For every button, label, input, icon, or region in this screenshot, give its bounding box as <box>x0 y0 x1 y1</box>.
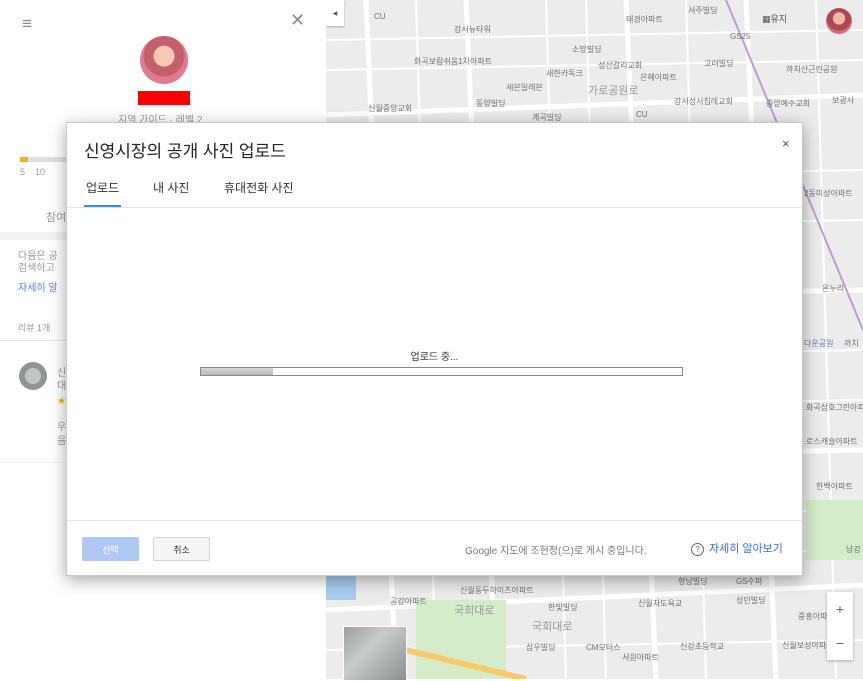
tab-my-photos[interactable]: 내 사진 <box>153 179 189 205</box>
level-progress <box>20 157 66 162</box>
map-label: 중앙예수교회 <box>766 99 811 108</box>
map-label: 강서뉴타워 <box>454 25 491 34</box>
map-label: 가로공원로 <box>588 85 639 97</box>
review-place-address: 대 <box>57 381 67 392</box>
map-label: GS수퍼 <box>736 577 763 586</box>
profile-photo <box>140 36 188 84</box>
progress-ticks: 5 10 <box>20 167 46 177</box>
cancel-button[interactable]: 취소 <box>153 537 210 561</box>
dialog-title: 신영시장의 공개 사진 업로드 <box>84 142 286 161</box>
map-label: CU <box>636 110 648 119</box>
review-text: 음 <box>57 436 67 447</box>
map-label: 새한카독크 <box>546 69 583 78</box>
learn-more-link[interactable]: 자세히 알 <box>18 279 58 294</box>
map-label: 성산갈리교회 <box>598 61 643 70</box>
map-label: 신월자도육교 <box>638 599 683 608</box>
map-label: 세븐일레븐 <box>506 83 543 92</box>
learn-more-link[interactable]: ? 자세히 알아보기 <box>691 540 783 556</box>
upload-status-text: 업로드 중... <box>410 352 459 363</box>
map-label: 화곡보람쉬움1차아파트 <box>414 57 493 66</box>
map-label: 신월중앙교회 <box>368 104 413 113</box>
map-label: 강서성서침례교회 <box>674 97 733 106</box>
map-label: 까치 <box>844 339 859 348</box>
help-icon: ? <box>691 542 704 556</box>
map-label: 한백아파트 <box>816 482 853 491</box>
street-view-thumbnail[interactable] <box>343 626 407 681</box>
close-icon[interactable]: ✕ <box>290 10 305 31</box>
zoom-controls: + − <box>827 592 853 660</box>
redacted-name <box>138 91 190 105</box>
learn-more-label: 자세히 알아보기 <box>709 543 783 555</box>
upload-progress-fill <box>201 368 274 375</box>
map-label: 고려빌딩 <box>704 59 734 68</box>
map-label: 로스캐슬아파트 <box>806 437 858 446</box>
map-label: 화곡삼호그린아파트 <box>806 403 863 412</box>
dialog-footer: 선택 취소 Google 지도에 조현정(으)로 게시 중입니다. ? 자세히 알… <box>67 520 802 576</box>
map-label: 국회대로 <box>532 621 573 633</box>
star-icon: ★ <box>57 396 66 407</box>
map-label: 신월동두하이츠아파트 <box>460 586 534 595</box>
posting-as-note: Google 지도에 조현정(으)로 게시 중입니다. <box>465 546 647 557</box>
tab-phone-photos[interactable]: 휴대전화 사진 <box>224 179 294 205</box>
map-label: 태경아파트 <box>626 15 663 24</box>
map-label: 2동미성아파트 <box>804 189 853 198</box>
map-label: 성민빌딩 <box>736 596 766 605</box>
map-label: 삼우빌딩 <box>526 643 556 652</box>
map-label: 서주빌딩 <box>688 6 718 15</box>
map-label: 신강초등학교 <box>680 642 725 651</box>
map-label: 형남빌딩 <box>678 577 708 586</box>
upload-progress-bar <box>200 367 683 376</box>
tab-contributions[interactable]: 참여 <box>46 209 66 225</box>
account-avatar[interactable] <box>826 8 852 34</box>
dialog-tabs: 업로드 내 사진 휴대전화 사진 <box>67 177 802 208</box>
map-label: 한빛빌딩 <box>548 603 578 612</box>
hamburger-icon[interactable]: ≡ <box>22 14 32 34</box>
avatar <box>19 362 47 390</box>
review-text: 우 <box>57 422 67 433</box>
map-label: 까치산근린공원 <box>786 65 838 74</box>
map-label: CM모터스 <box>586 643 621 652</box>
photo-upload-dialog: 신영시장의 공개 사진 업로드 × 업로드 내 사진 휴대전화 사진 업로드 중… <box>66 122 803 576</box>
reviews-count: 리뷰 1개 <box>18 323 51 333</box>
map-label: 서원아파트 <box>622 653 659 662</box>
zoom-in-button[interactable]: + <box>836 601 844 617</box>
map-label: 소망빌딩 <box>572 45 602 54</box>
close-icon[interactable]: × <box>782 136 790 151</box>
map-label: 보광사 <box>832 96 855 105</box>
map-label: 다운공원 <box>804 339 834 348</box>
apps-grid-icon[interactable]: ▦유지 <box>762 12 787 25</box>
map-label: 국회대로 <box>454 605 495 617</box>
map-label: 동양빌딩 <box>476 99 506 108</box>
zoom-out-button[interactable]: − <box>836 635 844 651</box>
map-label: 남강 <box>846 545 861 554</box>
panel-description: 다음은 공 검색하고 <box>18 251 58 274</box>
collapse-panel-button[interactable]: ◂ <box>326 0 344 26</box>
map-label: 은혜아파트 <box>640 73 677 82</box>
map-label: CU <box>374 12 386 21</box>
select-button[interactable]: 선택 <box>82 537 139 561</box>
map-label: 공강아파트 <box>390 597 427 606</box>
tab-upload[interactable]: 업로드 <box>84 179 122 207</box>
map-label: GS25 <box>730 32 751 41</box>
map-label: 신월보성아파트 <box>782 641 834 650</box>
map-label: 온누리 <box>822 284 845 293</box>
